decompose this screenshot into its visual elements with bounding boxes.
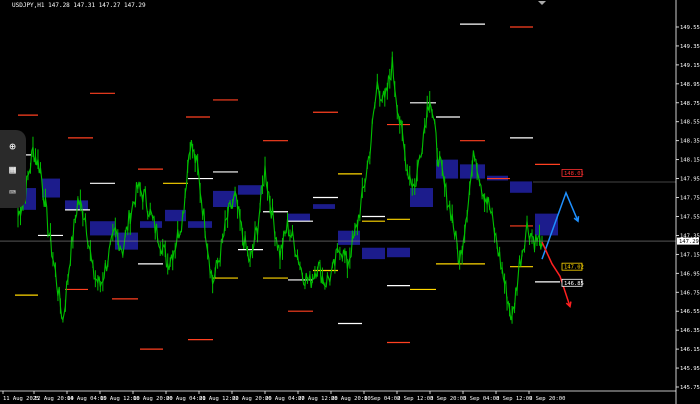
marker-label: 148.01 <box>564 171 584 177</box>
current-price-label: 147.29 <box>679 239 699 245</box>
price-tick-label: 148.55 <box>680 120 700 126</box>
time-tick-label: 2 Sep 12:00 <box>397 396 433 402</box>
price-tick-label: 147.55 <box>680 214 700 220</box>
price-tick-label: 149.15 <box>680 63 700 69</box>
price-tick-label: 146.95 <box>680 271 700 277</box>
zone-box <box>410 188 433 207</box>
zone-box <box>313 204 335 209</box>
price-tick-label: 146.15 <box>680 347 700 353</box>
marker-label: 147.02 <box>564 265 584 271</box>
time-tick-label: 8 Sep 12:00 <box>496 396 532 402</box>
zone-box <box>338 230 360 245</box>
price-tick-label: 149.35 <box>680 44 700 50</box>
zone-box <box>42 178 60 198</box>
grid-icon[interactable]: ▦ <box>4 161 21 178</box>
zone-box <box>90 221 115 236</box>
price-tick-label: 146.75 <box>680 290 700 296</box>
zoom-icon[interactable]: ⊕ <box>4 138 21 155</box>
price-tick-label: 147.15 <box>680 252 700 258</box>
side-toolbar: ⊕ ▦ ⌨ <box>0 130 26 208</box>
zone-box <box>288 213 310 222</box>
price-tick-label: 147.75 <box>680 196 700 202</box>
symbol-info: USDJPY,H1 147.28 147.31 147.27 147.29 <box>12 2 146 9</box>
zone-box <box>362 247 385 260</box>
time-tick-label: 9 Sep 20:00 <box>529 396 565 402</box>
price-tick-label: 146.55 <box>680 309 700 315</box>
time-tick-label: 3 Sep 20:00 <box>430 396 466 402</box>
zone-box <box>387 247 410 258</box>
zone-box <box>510 181 532 193</box>
price-tick-label: 148.95 <box>680 82 700 88</box>
price-tick-label: 148.35 <box>680 139 700 145</box>
zone-box <box>65 200 88 210</box>
zone-box <box>238 185 262 195</box>
price-tick-label: 145.75 <box>680 385 700 391</box>
price-tick-label: 147.95 <box>680 177 700 183</box>
price-tick-label: 148.15 <box>680 158 700 164</box>
price-chart[interactable]: 149.55 149.35 149.15 148.95 148.75 148.55 148.… <box>0 0 700 404</box>
time-tick-label: 1 Sep 04:00 <box>364 396 400 402</box>
time-tick-label: 5 Sep 04:00 <box>463 396 499 402</box>
price-tick-label: 145.95 <box>680 366 700 372</box>
zone-box <box>140 221 162 228</box>
marker-label: 146.85 <box>564 281 584 287</box>
price-tick-label: 146.35 <box>680 328 700 334</box>
price-tick-label: 148.75 <box>680 101 700 107</box>
keyboard-icon[interactable]: ⌨ <box>4 184 21 201</box>
zone-box <box>188 221 212 228</box>
price-tick-label: 149.55 <box>680 25 700 31</box>
